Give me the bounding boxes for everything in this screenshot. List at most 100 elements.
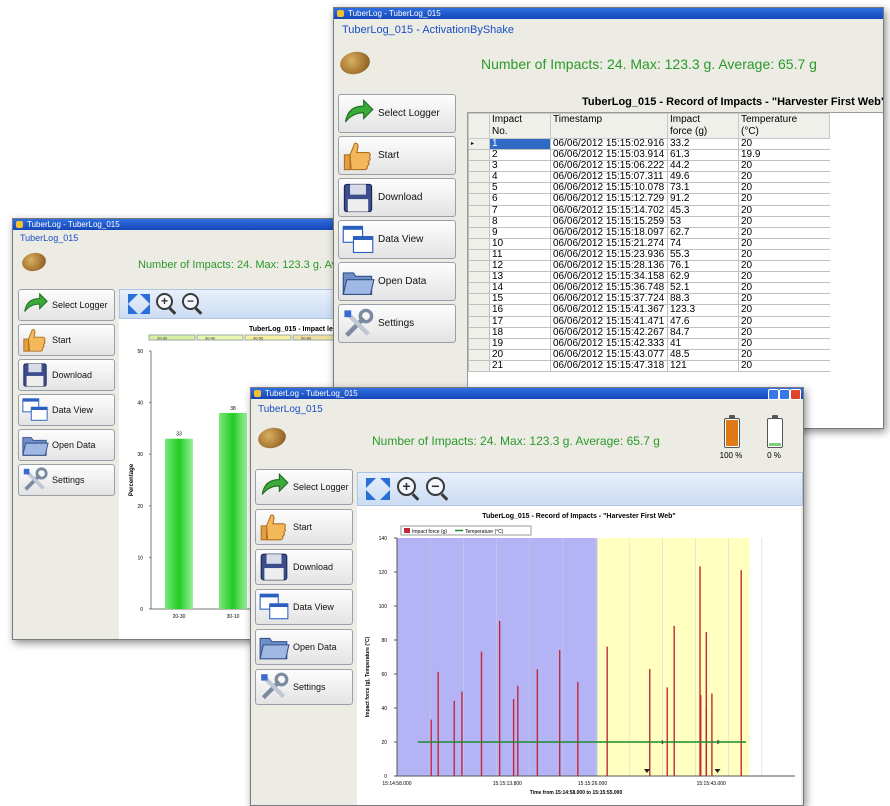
legend-swatch	[404, 528, 410, 533]
maximize-button[interactable]	[779, 389, 790, 400]
table-cell: 123.3	[667, 305, 739, 317]
nav-button-settings[interactable]: Settings	[255, 669, 353, 705]
table-row[interactable]: 15 06/06/2012 15:15:37.724 88.3 20	[468, 293, 830, 306]
y-tick-label: 20	[137, 504, 143, 510]
row-selector[interactable]	[468, 349, 490, 361]
table-row[interactable]: 17 06/06/2012 15:15:41.471 47.6 20	[468, 316, 830, 328]
row-selector[interactable]	[468, 293, 490, 306]
column-header[interactable]: Impact force (g)	[667, 113, 739, 139]
row-selector[interactable]	[468, 360, 490, 372]
title-bar[interactable]: TuberLog - TuberLog_015	[334, 8, 883, 19]
column-header[interactable]: Temperature (°C)	[738, 113, 830, 139]
fit-to-window-icon[interactable]	[128, 294, 150, 314]
row-selector[interactable]	[468, 182, 490, 195]
y-tick-label: 10	[137, 555, 143, 561]
table-cell: 14	[489, 283, 551, 295]
nav-button-start[interactable]: Start	[338, 136, 456, 175]
row-selector[interactable]	[468, 216, 490, 228]
nav-button-settings[interactable]: Settings	[338, 304, 456, 343]
zoom-in-icon[interactable]: +	[156, 293, 177, 315]
row-selector[interactable]	[468, 316, 490, 328]
nav-button-download[interactable]: Download	[338, 178, 456, 217]
table-row[interactable]: 2 06/06/2012 15:15:03.914 61.3 19.9	[468, 149, 830, 162]
nav-button-settings[interactable]: Settings	[18, 464, 115, 496]
table-cell: 4	[489, 172, 551, 184]
table-cell: 121	[667, 360, 739, 372]
table-row[interactable]: ▸ 1 06/06/2012 15:15:02.916 33.2 20	[468, 138, 830, 151]
app-icon	[254, 390, 261, 397]
table-cell: 55.3	[667, 249, 739, 262]
window-top: TuberLog - TuberLog_015 TuberLog_015 - A…	[333, 7, 884, 429]
table-row[interactable]: 12 06/06/2012 15:15:28.136 76.1 20	[468, 260, 830, 273]
column-header[interactable]: Impact No.	[489, 113, 551, 139]
nav-button-select-logger[interactable]: Select Logger	[18, 289, 115, 321]
row-selector[interactable]	[468, 304, 490, 317]
table-cell: 06/06/2012 15:15:02.916	[550, 138, 668, 151]
row-selector[interactable]	[468, 238, 490, 250]
row-selector[interactable]	[468, 338, 490, 350]
table-cell: 06/06/2012 15:15:43.077	[550, 349, 668, 361]
row-selector[interactable]	[468, 149, 490, 162]
row-selector[interactable]	[468, 260, 490, 273]
windows-icon	[258, 591, 290, 623]
nav-button-select-logger[interactable]: Select Logger	[338, 94, 456, 133]
title-bar[interactable]: TuberLog - TuberLog_015	[251, 388, 803, 400]
nav-button-start[interactable]: Start	[18, 324, 115, 356]
table-row[interactable]: 8 06/06/2012 15:15:15.259 53 20	[468, 216, 830, 228]
nav-button-open-data[interactable]: Open Data	[255, 629, 353, 665]
zoom-in-icon[interactable]: +	[397, 477, 420, 501]
row-selector[interactable]	[468, 282, 490, 295]
column-header-line: Temperature	[741, 114, 798, 125]
nav-button-open-data[interactable]: Open Data	[338, 262, 456, 301]
nav-button-data-view[interactable]: Data View	[255, 589, 353, 625]
nav-button-data-view[interactable]: Data View	[338, 220, 456, 259]
minimize-button[interactable]	[768, 389, 779, 400]
table-row[interactable]: 20 06/06/2012 15:15:43.077 48.5 20	[468, 349, 830, 361]
nav-button-select-logger[interactable]: Select Logger	[255, 469, 353, 505]
table-row[interactable]: 13 06/06/2012 15:15:34.158 62.9 20	[468, 271, 830, 284]
row-selector[interactable]	[468, 327, 490, 339]
row-selector[interactable]	[468, 271, 490, 284]
table-row[interactable]: 7 06/06/2012 15:15:14.702 45.3 20	[468, 205, 830, 217]
nav-button-start[interactable]: Start	[255, 509, 353, 545]
table-row[interactable]: 11 06/06/2012 15:15:23.936 55.3 20	[468, 249, 830, 262]
y-tick-label: 60	[381, 672, 387, 678]
table-cell: 84.7	[667, 327, 739, 339]
nav-button-open-data[interactable]: Open Data	[18, 429, 115, 461]
folder-icon	[341, 265, 375, 299]
nav-button-download[interactable]: Download	[255, 549, 353, 585]
table-row[interactable]: 18 06/06/2012 15:15:42.267 84.7 20	[468, 327, 830, 339]
table-row[interactable]: 3 06/06/2012 15:15:06.222 44.2 20	[468, 160, 830, 173]
row-selector[interactable]	[468, 193, 490, 206]
zoom-out-icon[interactable]: −	[426, 477, 449, 501]
table-row[interactable]: 21 06/06/2012 15:15:47.318 121 20	[468, 360, 830, 372]
close-button[interactable]	[790, 389, 801, 400]
table-row[interactable]: 9 06/06/2012 15:15:18.097 62.7 20	[468, 227, 830, 239]
annotation-label: 1	[661, 740, 664, 746]
green-arrow-icon	[21, 291, 49, 319]
table-cell: 45.3	[667, 205, 739, 217]
row-selector[interactable]: ▸	[468, 138, 490, 151]
zoom-out-icon[interactable]: −	[182, 293, 203, 315]
table-cell: 9	[489, 227, 551, 239]
table-row[interactable]: 19 06/06/2012 15:15:42.333 41 20	[468, 338, 830, 350]
row-selector[interactable]	[468, 205, 490, 217]
row-selector[interactable]	[468, 249, 490, 262]
table-row[interactable]: 4 06/06/2012 15:15:07.311 49.6 20	[468, 171, 830, 184]
column-header[interactable]: Timestamp	[550, 113, 668, 139]
table-row[interactable]: 16 06/06/2012 15:15:41.367 123.3 20	[468, 304, 830, 317]
nav-button-data-view[interactable]: Data View	[18, 394, 115, 426]
row-selector[interactable]	[468, 171, 490, 184]
table-row[interactable]: 5 06/06/2012 15:15:10.078 73.1 20	[468, 182, 830, 195]
table-row[interactable]: 14 06/06/2012 15:15:36.748 52.1 20	[468, 282, 830, 295]
table-cell: 41	[667, 338, 739, 350]
row-selector[interactable]	[468, 227, 490, 239]
row-selector[interactable]	[468, 160, 490, 173]
tools-icon	[21, 466, 49, 494]
table-row[interactable]: 10 06/06/2012 15:15:21.274 74 20	[468, 238, 830, 250]
table-row[interactable]: 6 06/06/2012 15:15:12.729 91.2 20	[468, 193, 830, 206]
window-title: TuberLog - TuberLog_015	[348, 9, 441, 18]
fit-to-window-icon[interactable]	[366, 478, 390, 500]
column-header-line: (°C)	[741, 126, 759, 137]
nav-button-download[interactable]: Download	[18, 359, 115, 391]
